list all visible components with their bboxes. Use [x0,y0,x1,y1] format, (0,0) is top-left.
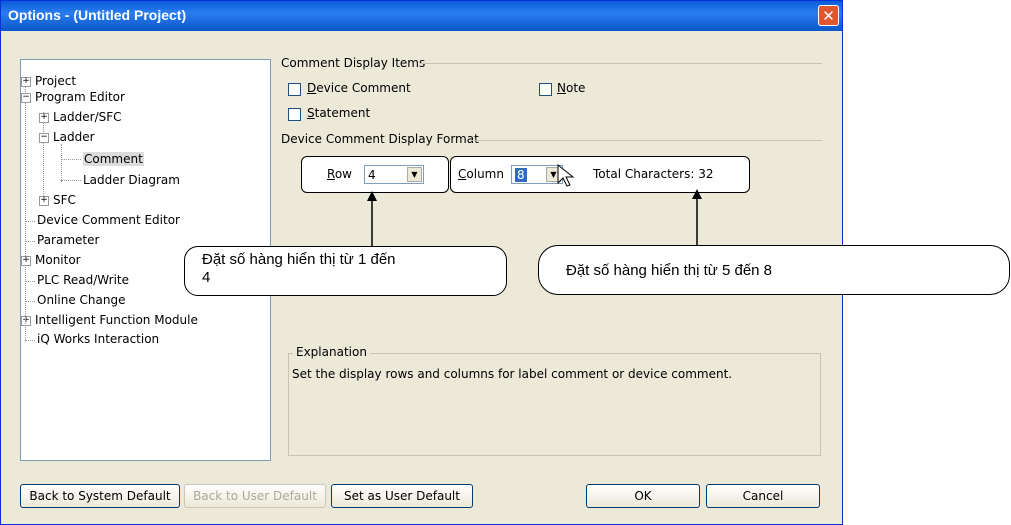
annotation-left-text: Đặt số hàng hiển thị từ 1 đến 4 [202,251,396,286]
annotation-left-bubble: Đặt số hàng hiển thị từ 1 đến 4 [184,246,507,296]
annotation-right-bubble: Đặt số hàng hiển thị từ 5 đến 8 [538,245,1010,295]
annotation-right-text: Đặt số hàng hiển thị từ 5 đến 8 [566,262,773,279]
